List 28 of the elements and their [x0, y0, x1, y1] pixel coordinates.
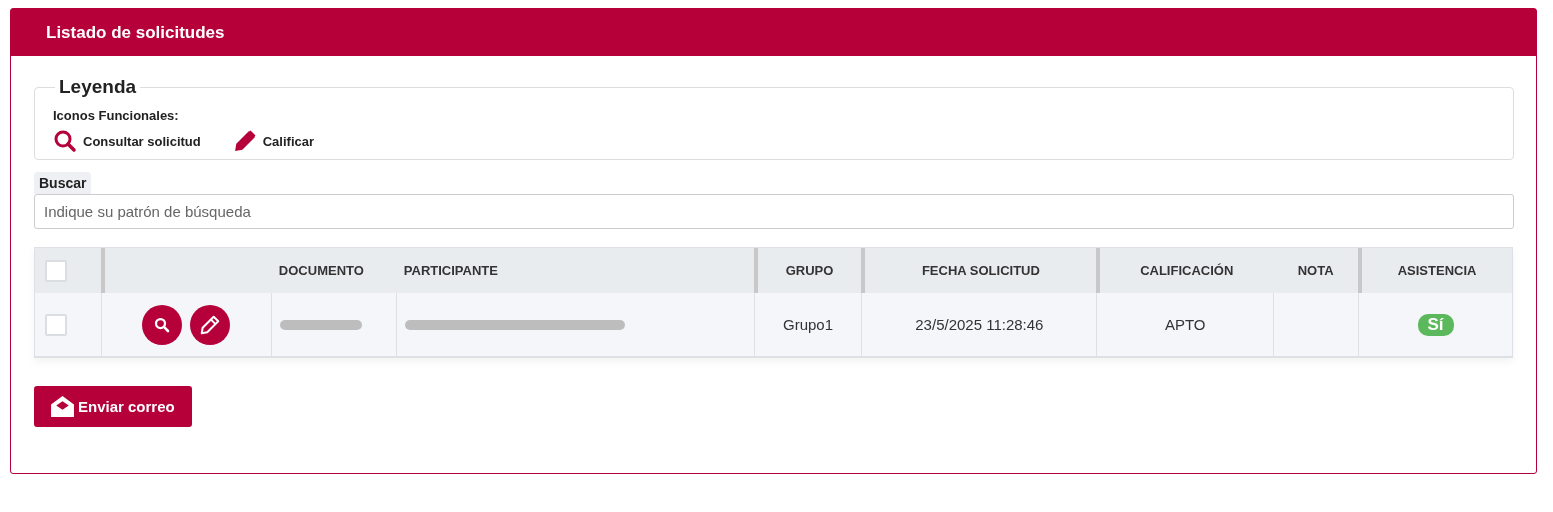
panel-title: Listado de solicitudes: [46, 22, 225, 43]
table-cell: APTO: [1164, 316, 1206, 333]
legend-label: Calificar: [262, 133, 315, 149]
column-header: GRUPO: [785, 263, 834, 278]
column-header: CALIFICACIÓN: [1140, 263, 1234, 278]
legend-label: Consultar solicitud: [83, 133, 201, 149]
search-label: Buscar: [34, 172, 92, 194]
column-header: ASISTENCIA: [1397, 263, 1477, 278]
pencil-icon: [199, 313, 222, 336]
pencil-icon: [232, 129, 257, 153]
send-mail-button[interactable]: Enviar correo: [34, 386, 192, 427]
column-header: PARTICIPANTE: [403, 263, 498, 278]
envelope-icon: [50, 395, 75, 418]
legend-title: Leyenda: [58, 76, 138, 98]
table-cell: Grupo1: [782, 316, 833, 333]
column-header: FECHA SOLICITUD: [921, 263, 1040, 278]
column-header: NOTA: [1297, 263, 1334, 278]
checkbox[interactable]: [45, 313, 67, 336]
legend-subtitle: Iconos Funcionales:: [53, 108, 180, 123]
edit-button[interactable]: [190, 304, 231, 345]
search-field[interactable]: Indique su patrón de búsqueda: [34, 194, 1514, 229]
attendance-badge: Sí: [1417, 313, 1454, 336]
search-icon: [153, 315, 172, 334]
search-button[interactable]: [142, 304, 183, 345]
column-header: DOCUMENTO: [278, 263, 364, 278]
checkbox[interactable]: [45, 259, 67, 282]
table-cell: 23/5/2025 11:28:46: [915, 316, 1044, 333]
search-icon: [53, 129, 77, 153]
